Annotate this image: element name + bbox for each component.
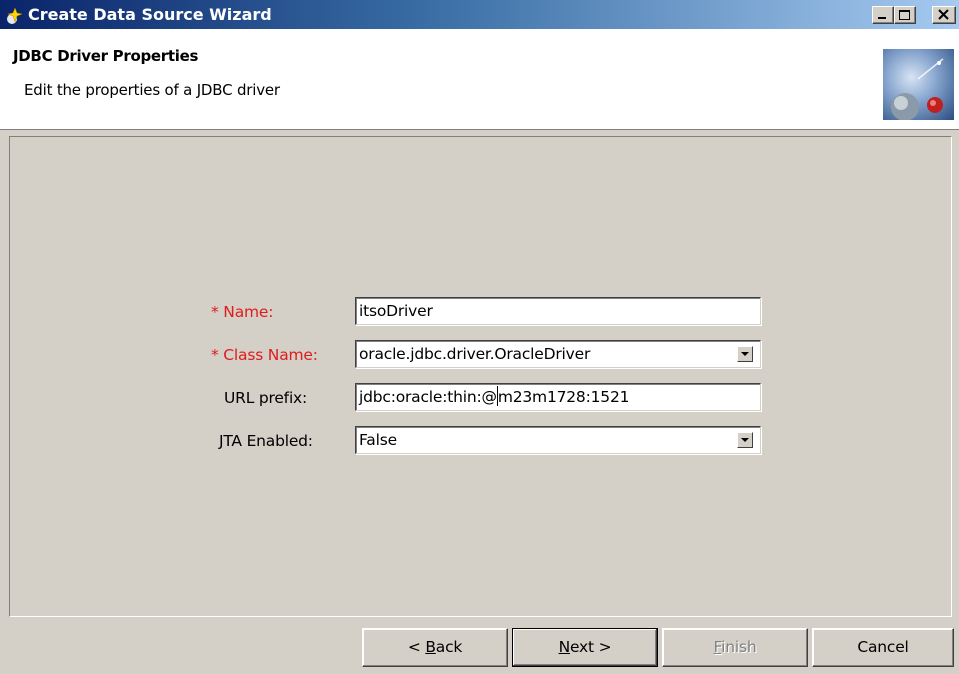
class-name-label: * Class Name:	[211, 346, 318, 364]
title-bar[interactable]: Create Data Source Wizard	[0, 0, 959, 29]
required-marker: *	[211, 303, 219, 321]
maximize-icon	[899, 10, 910, 20]
jta-enabled-combobox[interactable]: False	[355, 426, 761, 454]
minimize-button[interactable]	[872, 6, 894, 24]
chevron-down-icon	[741, 438, 749, 442]
jta-enabled-dropdown-button[interactable]	[737, 432, 753, 448]
wizard-app-icon	[7, 7, 23, 24]
url-prefix-label: URL prefix:	[224, 389, 308, 407]
page-title: JDBC Driver Properties	[13, 47, 199, 65]
minimize-icon	[878, 17, 886, 19]
wizard-banner-image	[883, 49, 954, 120]
name-input[interactable]: itsoDriver	[355, 297, 761, 325]
close-button[interactable]	[932, 6, 956, 24]
window-title: Create Data Source Wizard	[28, 5, 272, 24]
close-icon	[938, 9, 949, 20]
properties-panel	[9, 136, 952, 617]
globe-icon	[891, 58, 944, 120]
chevron-down-icon	[741, 352, 749, 356]
back-button[interactable]: < Back	[362, 628, 508, 667]
cancel-button[interactable]: Cancel	[812, 628, 954, 667]
url-prefix-input[interactable]: jdbc:oracle:thin:@m23m1728:1521	[355, 383, 761, 411]
wizard-header: JDBC Driver Properties Edit the properti…	[0, 29, 959, 130]
maximize-button[interactable]	[894, 6, 916, 24]
jta-enabled-label: JTA Enabled:	[219, 432, 313, 450]
class-name-dropdown-button[interactable]	[737, 346, 753, 362]
finish-button[interactable]: Finish	[662, 628, 808, 667]
page-description: Edit the properties of a JDBC driver	[24, 81, 280, 99]
next-button[interactable]: Next >	[512, 628, 658, 667]
name-label: * Name:	[211, 303, 274, 321]
required-marker: *	[211, 346, 219, 364]
class-name-combobox[interactable]: oracle.jdbc.driver.OracleDriver	[355, 340, 761, 368]
